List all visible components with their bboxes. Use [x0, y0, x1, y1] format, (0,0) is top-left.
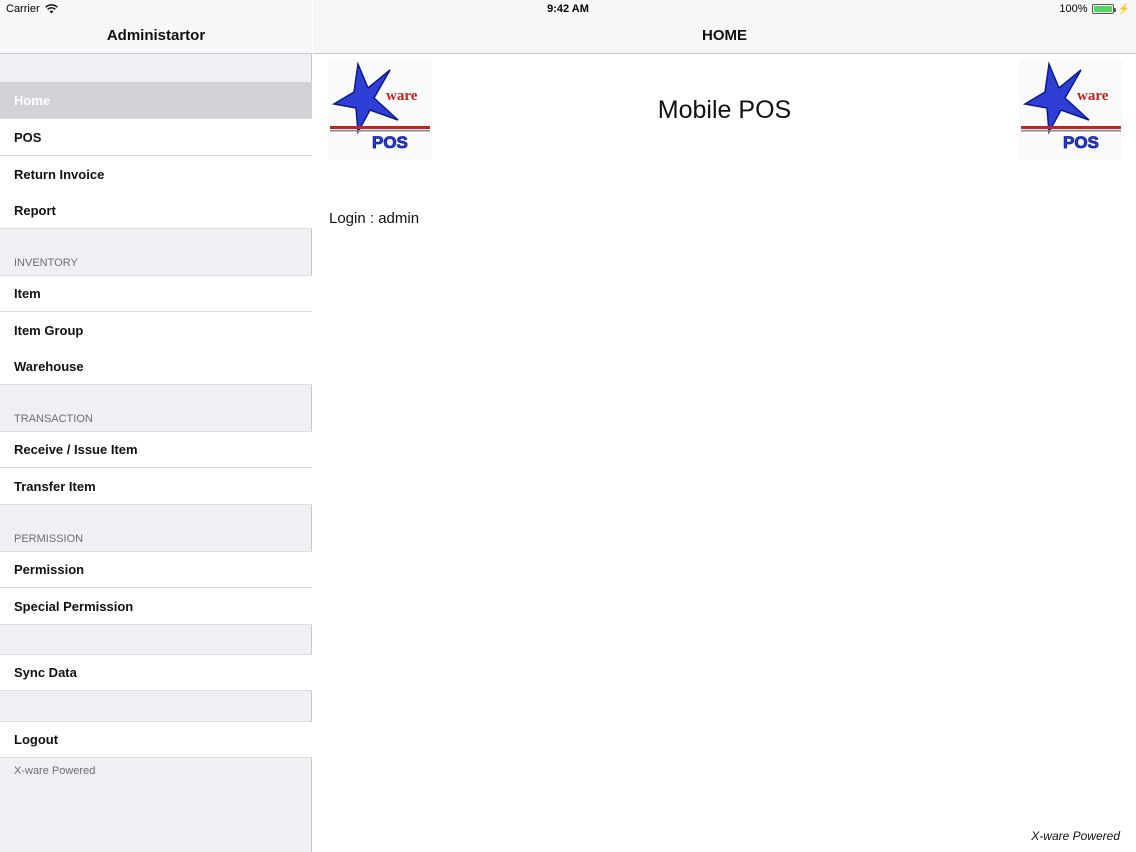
status-bar: Carrier 9:42 AM 100% ⚡ [0, 0, 1136, 18]
menu-item-home[interactable]: Home [0, 82, 312, 119]
menu-item-report[interactable]: Report [0, 192, 312, 229]
main-content: HOME ware POS Mobile POS ware POS Login … [313, 0, 1136, 852]
menu-item-logout[interactable]: Logout [0, 721, 312, 758]
powered-by-text: X-ware Powered [1031, 829, 1120, 843]
menu-item-pos[interactable]: POS [0, 119, 312, 156]
menu-item-return-invoice[interactable]: Return Invoice [0, 156, 312, 193]
battery-percent: 100% [1059, 3, 1088, 15]
login-info-text: Login : admin [329, 210, 420, 227]
menu-item-special-permission[interactable]: Special Permission [0, 588, 312, 625]
menu-item-transfer-item[interactable]: Transfer Item [0, 468, 312, 505]
xware-logo-icon: ware POS [1019, 60, 1123, 160]
sidebar-footer-note: X-ware Powered [14, 765, 96, 777]
section-header-transaction: TRANSACTION [14, 413, 93, 425]
section-header-permission: PERMISSION [14, 533, 84, 545]
menu-item-item-group[interactable]: Item Group [0, 312, 312, 349]
status-right: 100% ⚡ [1059, 3, 1130, 15]
menu-item-sync-data[interactable]: Sync Data [0, 654, 312, 691]
menu-item-receive-issue[interactable]: Receive / Issue Item [0, 431, 312, 468]
status-time: 9:42 AM [547, 3, 589, 15]
section-header-inventory: INVENTORY [14, 257, 78, 269]
menu-item-warehouse[interactable]: Warehouse [0, 348, 312, 385]
menu-item-item[interactable]: Item [0, 275, 312, 312]
logo-pos-text: POS [1063, 133, 1099, 152]
logo-ware-text: ware [1077, 88, 1109, 104]
menu-item-permission[interactable]: Permission [0, 551, 312, 588]
app-name-title: Mobile POS [657, 96, 792, 124]
logo-pos-text: POS [372, 133, 408, 152]
charging-bolt-icon: ⚡ [1117, 3, 1130, 15]
page-title: HOME [702, 27, 747, 44]
xware-pos-logo-right: ware POS [1019, 60, 1123, 160]
battery-icon [1091, 4, 1116, 14]
sidebar-title: Administartor [106, 27, 206, 44]
sidebar: Administartor Home POS Return Invoice Re… [0, 0, 312, 852]
